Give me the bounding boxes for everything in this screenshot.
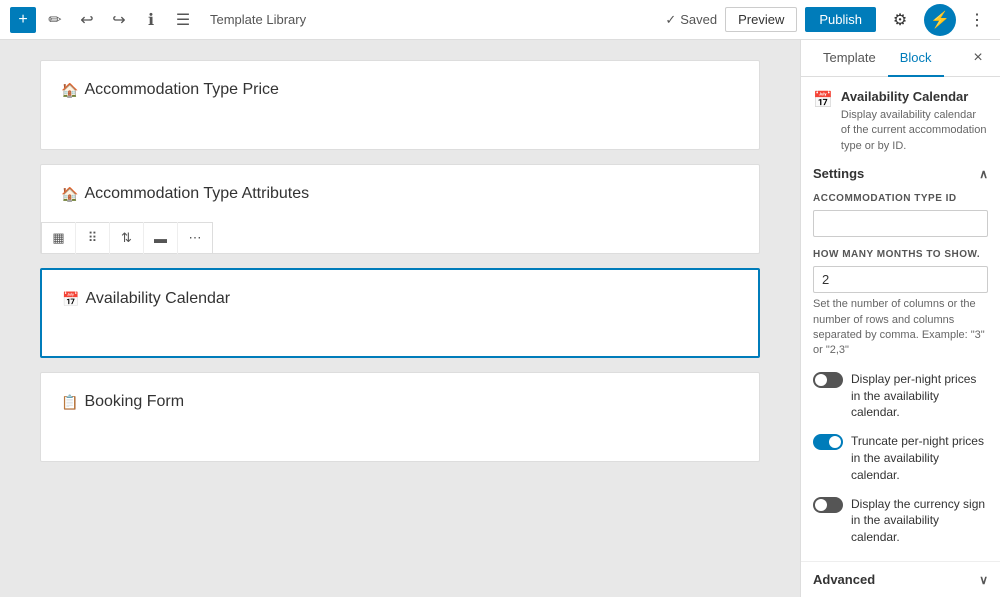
- check-icon: ✓: [665, 12, 676, 28]
- settings-header[interactable]: Settings ∧: [813, 166, 988, 181]
- toggle-display-per-night-switch[interactable]: [813, 372, 843, 388]
- months-label: HOW MANY MONTHS TO SHOW.: [813, 249, 988, 260]
- advanced-chevron-icon: ∨: [979, 573, 988, 587]
- accommodation-type-id-label: ACCOMMODATION TYPE ID: [813, 193, 988, 204]
- toggle-truncate-per-night-switch[interactable]: [813, 434, 843, 450]
- block-accommodation-type-attributes[interactable]: 🏠 Accommodation Type Attributes ▦ ⠿ ⇅ ▬ …: [40, 164, 760, 254]
- block-title: 🏠 Accommodation Type Price: [61, 81, 739, 99]
- block-title: 📋 Booking Form: [61, 393, 739, 411]
- house-icon: 🏠: [61, 82, 78, 99]
- block-title: 🏠 Accommodation Type Attributes: [61, 185, 739, 203]
- toggle-display-currency-switch[interactable]: [813, 497, 843, 513]
- toggle-truncate-per-night-label: Truncate per-night prices in the availab…: [851, 433, 988, 483]
- block-info-header: 📅 Availability Calendar Display availabi…: [813, 89, 988, 154]
- toggle-knob: [815, 374, 827, 386]
- block-info-description: Display availability calendar of the cur…: [841, 108, 988, 154]
- block-toolbar: ▦ ⠿ ⇅ ▬ ⋯: [41, 222, 213, 254]
- panel-body: 📅 Availability Calendar Display availabi…: [801, 77, 1000, 561]
- months-help: Set the number of columns or the number …: [813, 297, 988, 359]
- topbar-right-actions: ✓ Saved Preview Publish ⚙ ⚡ ⋮: [665, 4, 990, 36]
- block-availability-calendar[interactable]: 📅 Availability Calendar: [40, 268, 760, 358]
- house-icon: 🏠: [61, 186, 78, 203]
- months-group: HOW MANY MONTHS TO SHOW. Set the number …: [813, 249, 988, 359]
- lightning-button[interactable]: ⚡: [924, 4, 956, 36]
- list-view-button[interactable]: ☰: [170, 7, 196, 33]
- toggle-display-per-night-label: Display per-night prices in the availabi…: [851, 371, 988, 421]
- settings-chevron-icon: ∧: [979, 167, 988, 181]
- editor-area: 🏠 Accommodation Type Price 🏠 Accommodati…: [0, 40, 800, 597]
- block-booking-form[interactable]: 📋 Booking Form: [40, 372, 760, 462]
- settings-gear-button[interactable]: ⚙: [884, 4, 916, 36]
- toolbar-grid-button[interactable]: ▦: [42, 222, 76, 254]
- template-library-title: Template Library: [210, 12, 659, 27]
- form-icon: 📋: [61, 394, 78, 411]
- toggle-knob: [829, 436, 841, 448]
- main-area: 🏠 Accommodation Type Price 🏠 Accommodati…: [0, 40, 1000, 597]
- undo-button[interactable]: ↩: [74, 7, 100, 33]
- toolbar-dots-button[interactable]: ⠿: [76, 222, 110, 254]
- months-input[interactable]: [813, 266, 988, 293]
- saved-status: ✓ Saved: [665, 12, 717, 28]
- toolbar-more-button[interactable]: ⋯: [178, 222, 212, 254]
- panel-tabs: Template Block ×: [801, 40, 1000, 77]
- panel-tabs-left: Template Block: [811, 40, 944, 76]
- toggle-truncate-per-night: Truncate per-night prices in the availab…: [813, 433, 988, 483]
- block-info-title: Availability Calendar: [841, 89, 988, 104]
- edit-icon-button[interactable]: ✏: [42, 7, 68, 33]
- advanced-section[interactable]: Advanced ∨: [801, 561, 1000, 597]
- accommodation-type-id-input[interactable]: [813, 210, 988, 237]
- toggle-display-currency-label: Display the currency sign in the availab…: [851, 496, 988, 546]
- tab-block[interactable]: Block: [888, 40, 944, 77]
- block-info-text: Availability Calendar Display availabili…: [841, 89, 988, 154]
- tab-template[interactable]: Template: [811, 40, 888, 77]
- toggle-knob: [815, 499, 827, 511]
- accommodation-type-id-group: ACCOMMODATION TYPE ID: [813, 193, 988, 237]
- settings-section: Settings ∧ ACCOMMODATION TYPE ID HOW MAN…: [813, 166, 988, 546]
- panel-close-button[interactable]: ×: [966, 46, 990, 70]
- more-options-button[interactable]: ⋮: [964, 7, 990, 33]
- publish-button[interactable]: Publish: [805, 7, 876, 32]
- panel-calendar-icon: 📅: [813, 90, 833, 110]
- block-accommodation-type-price[interactable]: 🏠 Accommodation Type Price: [40, 60, 760, 150]
- toggle-display-currency: Display the currency sign in the availab…: [813, 496, 988, 546]
- add-block-button[interactable]: +: [10, 7, 36, 33]
- toolbar-align-button[interactable]: ▬: [144, 222, 178, 254]
- redo-button[interactable]: ↪: [106, 7, 132, 33]
- calendar-icon: 📅: [62, 291, 79, 308]
- topbar: + ✏ ↩ ↪ ℹ ☰ Template Library ✓ Saved Pre…: [0, 0, 1000, 40]
- info-button[interactable]: ℹ: [138, 7, 164, 33]
- preview-button[interactable]: Preview: [725, 7, 797, 32]
- side-panel: Template Block × 📅 Availability Calendar…: [800, 40, 1000, 597]
- toolbar-arrows-button[interactable]: ⇅: [110, 222, 144, 254]
- block-title: 📅 Availability Calendar: [62, 290, 738, 308]
- toggle-display-per-night: Display per-night prices in the availabi…: [813, 371, 988, 421]
